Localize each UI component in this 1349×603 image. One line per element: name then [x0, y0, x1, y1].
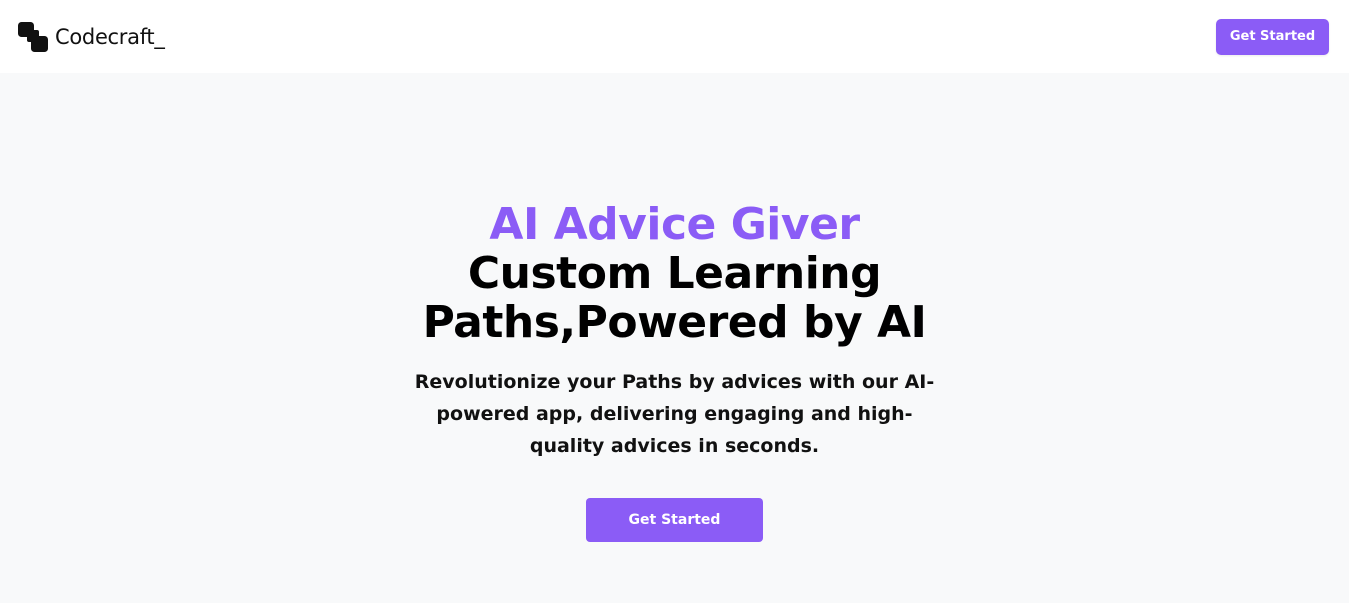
codecraft-logo-icon [18, 22, 48, 52]
hero-section: AI Advice Giver Custom Learning Paths,Po… [0, 73, 1349, 603]
top-nav: Codecraft_ Get Started [0, 0, 1349, 73]
hero-subtitle: Revolutionize your Paths by advices with… [414, 371, 935, 457]
hero-eyebrow: AI Advice Giver [489, 199, 860, 250]
brand-name: Codecraft_ [55, 24, 165, 49]
brand[interactable]: Codecraft_ [18, 21, 165, 52]
hero-get-started-button[interactable]: Get Started [586, 498, 763, 542]
hero-title: Custom Learning Paths,Powered by AI [422, 248, 927, 348]
header-get-started-button[interactable]: Get Started [1216, 18, 1329, 55]
